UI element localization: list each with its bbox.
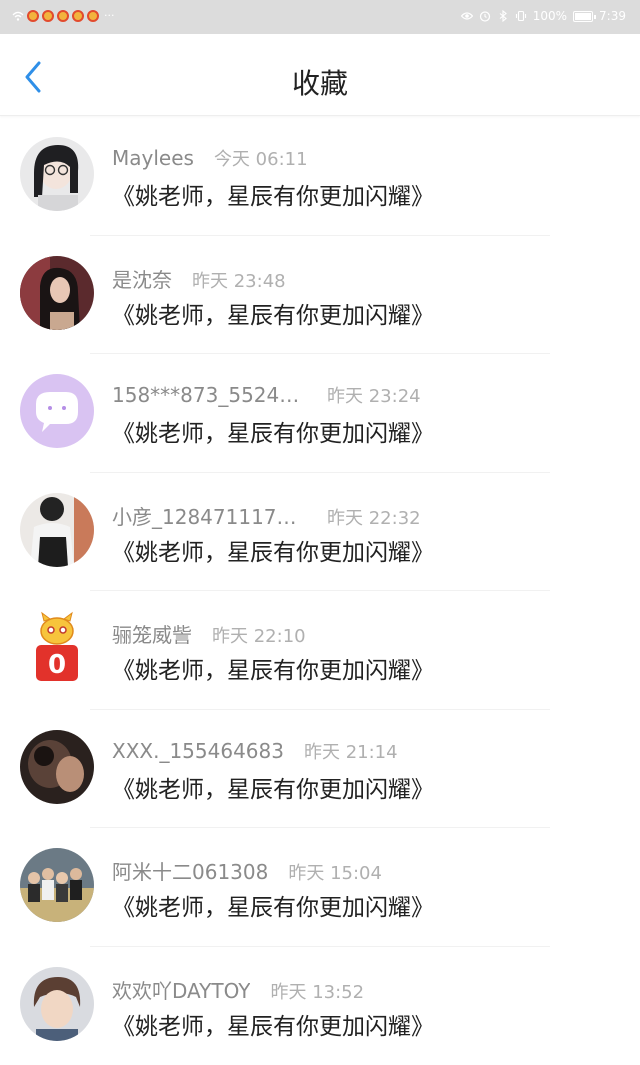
timestamp: 今天 06:11 xyxy=(214,145,308,171)
alarm-icon xyxy=(479,10,491,22)
avatar[interactable] xyxy=(20,493,94,567)
status-right: 100% 7:39 xyxy=(461,9,626,23)
user-name[interactable]: 小彦_1284711177... xyxy=(112,501,307,530)
message-text: 《姚老师，星辰有你更加闪耀》 xyxy=(112,414,434,448)
avatar[interactable]: 0 xyxy=(20,611,94,685)
item-meta: 158***873_55240... 昨天 23:24 xyxy=(112,382,421,408)
avatar-badge-text: 0 xyxy=(48,650,66,680)
item-meta: XXX._155464683 昨天 21:14 xyxy=(112,738,398,764)
user-name[interactable]: XXX._155464683 xyxy=(112,739,284,763)
timestamp: 昨天 21:14 xyxy=(304,738,398,764)
item-meta: 小彦_1284711177... 昨天 22:32 xyxy=(112,501,421,530)
bluetooth-icon xyxy=(497,10,509,22)
list-item[interactable]: 小彦_1284711177... 昨天 22:32 《姚老师，星辰有你更加闪耀》 xyxy=(0,473,640,592)
notification-app-icon xyxy=(72,10,84,22)
avatar[interactable] xyxy=(20,730,94,804)
notification-app-icon xyxy=(87,10,99,22)
list-item[interactable]: Maylees 今天 06:11 《姚老师，星辰有你更加闪耀》 xyxy=(0,117,640,236)
item-meta: 骊笼威訾 昨天 22:10 xyxy=(112,619,306,648)
page-title: 收藏 xyxy=(0,62,640,102)
more-notifications-indicator: ··· xyxy=(104,9,115,22)
notification-app-icon xyxy=(42,10,54,22)
eye-icon xyxy=(461,10,473,22)
list-item[interactable]: 欢欢吖DAYTOY 昨天 13:52 《姚老师，星辰有你更加闪耀》 xyxy=(0,947,640,1065)
avatar[interactable] xyxy=(20,967,94,1041)
list-item[interactable]: 0 骊笼威訾 昨天 22:10 《姚老师，星辰有你更加闪耀》 xyxy=(0,591,640,710)
timestamp: 昨天 22:32 xyxy=(327,504,421,530)
timestamp: 昨天 13:52 xyxy=(270,978,364,1004)
user-name[interactable]: 是沈奈 xyxy=(112,264,172,293)
status-bar: ··· 100% 7:39 xyxy=(0,0,640,34)
user-name[interactable]: 欢欢吖DAYTOY xyxy=(112,975,250,1004)
message-text: 《姚老师，星辰有你更加闪耀》 xyxy=(112,651,434,685)
clock: 7:39 xyxy=(599,9,626,23)
status-left: ··· xyxy=(12,9,115,22)
user-name[interactable]: Maylees xyxy=(112,146,194,170)
timestamp: 昨天 23:24 xyxy=(327,382,421,408)
avatar[interactable] xyxy=(20,374,94,448)
message-text: 《姚老师，星辰有你更加闪耀》 xyxy=(112,533,434,567)
message-text: 《姚老师，星辰有你更加闪耀》 xyxy=(112,770,434,804)
wifi-icon xyxy=(12,11,24,21)
timestamp: 昨天 15:04 xyxy=(288,859,382,885)
list-item[interactable]: 阿米十二061308 昨天 15:04 《姚老师，星辰有你更加闪耀》 xyxy=(0,828,640,947)
message-text: 《姚老师，星辰有你更加闪耀》 xyxy=(112,296,434,330)
message-text: 《姚老师，星辰有你更加闪耀》 xyxy=(112,888,434,922)
avatar[interactable] xyxy=(20,848,94,922)
battery-icon xyxy=(573,11,593,22)
user-name[interactable]: 阿米十二061308 xyxy=(112,856,268,885)
item-meta: 阿米十二061308 昨天 15:04 xyxy=(112,856,382,885)
user-name[interactable]: 158***873_55240... xyxy=(112,383,307,407)
favorites-list: Maylees 今天 06:11 《姚老师，星辰有你更加闪耀》 是沈奈 昨天 2… xyxy=(0,117,640,1065)
list-item[interactable]: 是沈奈 昨天 23:48 《姚老师，星辰有你更加闪耀》 xyxy=(0,236,640,355)
list-item[interactable]: 158***873_55240... 昨天 23:24 《姚老师，星辰有你更加闪… xyxy=(0,354,640,473)
battery-percentage: 100% xyxy=(533,9,567,23)
timestamp: 昨天 23:48 xyxy=(192,267,286,293)
list-item[interactable]: XXX._155464683 昨天 21:14 《姚老师，星辰有你更加闪耀》 xyxy=(0,710,640,829)
navigation-bar: 收藏 xyxy=(0,34,640,116)
notification-app-icon xyxy=(57,10,69,22)
notification-app-icon xyxy=(27,10,39,22)
item-meta: Maylees 今天 06:11 xyxy=(112,145,308,171)
item-meta: 是沈奈 昨天 23:48 xyxy=(112,264,286,293)
message-text: 《姚老师，星辰有你更加闪耀》 xyxy=(112,177,434,211)
timestamp: 昨天 22:10 xyxy=(212,622,306,648)
item-meta: 欢欢吖DAYTOY 昨天 13:52 xyxy=(112,975,364,1004)
avatar[interactable] xyxy=(20,256,94,330)
vibrate-icon xyxy=(515,10,527,22)
user-name[interactable]: 骊笼威訾 xyxy=(112,619,192,648)
avatar[interactable] xyxy=(20,137,94,211)
